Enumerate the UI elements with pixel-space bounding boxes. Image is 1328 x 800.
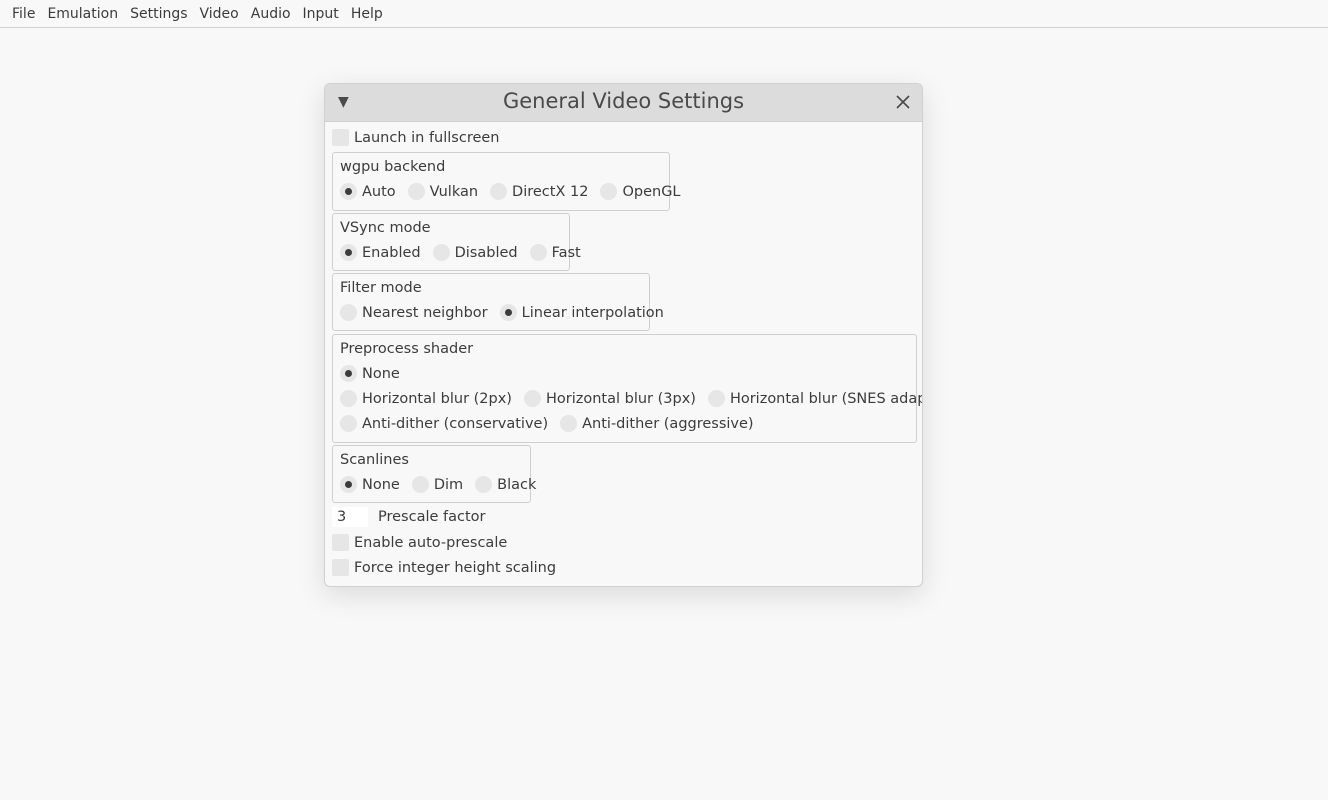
radio-indicator[interactable] [411, 476, 429, 493]
radio-label: Dim [433, 476, 464, 493]
radio-indicator[interactable] [340, 304, 357, 321]
radio-label: Linear interpolation [521, 304, 664, 321]
radio-backend-vulkan[interactable]: Vulkan [407, 183, 479, 200]
radio-label: Horizontal blur (SNES adaptive) [729, 390, 923, 407]
radio-shader-antidither-aggressive[interactable]: Anti-dither (aggressive) [560, 415, 754, 432]
radio-indicator[interactable] [560, 415, 578, 432]
radio-indicator[interactable] [523, 390, 541, 407]
menu-help[interactable]: Help [345, 6, 389, 22]
radio-indicator[interactable] [340, 244, 357, 261]
menu-bar: File Emulation Settings Video Audio Inpu… [0, 0, 1328, 28]
menu-file[interactable]: File [6, 6, 41, 22]
radio-backend-auto[interactable]: Auto [340, 183, 396, 200]
radio-shader-hblur-snes[interactable]: Horizontal blur (SNES adaptive) [707, 390, 923, 407]
prescale-factor-input[interactable] [332, 507, 368, 527]
prescale-factor-label: Prescale factor [378, 509, 486, 525]
radio-label: None [362, 476, 400, 493]
radio-label: Nearest neighbor [362, 304, 488, 321]
enable-auto-prescale-row[interactable]: Enable auto-prescale [332, 534, 507, 551]
launch-fullscreen-row[interactable]: Launch in fullscreen [332, 129, 500, 146]
radio-label: Horizontal blur (3px) [545, 390, 696, 407]
menu-emulation[interactable]: Emulation [41, 6, 124, 22]
radio-scanlines-black[interactable]: Black [475, 476, 536, 493]
menu-input[interactable]: Input [297, 6, 345, 22]
vsync-mode-group: VSync mode Enabled Disabled Fast [332, 213, 581, 271]
radio-label: Anti-dither (aggressive) [582, 415, 754, 432]
radio-indicator[interactable] [475, 476, 493, 493]
launch-fullscreen-label: Launch in fullscreen [354, 129, 500, 146]
window-title: General Video Settings [502, 89, 745, 113]
radio-vsync-fast[interactable]: Fast [529, 244, 581, 261]
radio-indicator[interactable] [340, 390, 357, 407]
radio-label: Fast [551, 244, 581, 261]
radio-label: Disabled [454, 244, 518, 261]
radio-indicator[interactable] [340, 476, 357, 493]
force-integer-height-row[interactable]: Force integer height scaling [332, 559, 556, 576]
radio-label: None [362, 365, 400, 382]
radio-label: Anti-dither (conservative) [362, 415, 549, 432]
radio-vsync-enabled[interactable]: Enabled [340, 244, 421, 261]
radio-indicator[interactable] [499, 304, 517, 321]
enable-auto-prescale-checkbox[interactable] [332, 534, 349, 551]
radio-backend-opengl[interactable]: OpenGL [600, 183, 681, 200]
radio-label: Enabled [362, 244, 421, 261]
force-integer-height-checkbox[interactable] [332, 559, 349, 576]
scanlines-label: Scanlines [340, 452, 409, 468]
radio-indicator[interactable] [340, 365, 357, 382]
prescale-factor-row: Prescale factor [332, 507, 486, 527]
filter-mode-group: Filter mode Nearest neighbor Linear inte… [332, 273, 664, 331]
radio-vsync-disabled[interactable]: Disabled [432, 244, 518, 261]
radio-indicator[interactable] [432, 244, 450, 261]
radio-indicator[interactable] [529, 244, 547, 261]
wgpu-backend-label: wgpu backend [340, 159, 446, 175]
preprocess-shader-label: Preprocess shader [340, 341, 474, 357]
vsync-mode-label: VSync mode [340, 220, 431, 236]
radio-indicator[interactable] [707, 390, 725, 407]
filter-mode-label: Filter mode [340, 280, 422, 296]
radio-indicator[interactable] [407, 183, 425, 200]
menu-settings[interactable]: Settings [124, 6, 193, 22]
general-video-settings-window: ▼ General Video Settings Launch in fulls… [324, 83, 923, 587]
radio-shader-antidither-conservative[interactable]: Anti-dither (conservative) [340, 415, 548, 432]
menu-video[interactable]: Video [194, 6, 245, 22]
preprocess-shader-group: Preprocess shader None Horizontal blur (… [332, 334, 922, 443]
radio-label: Vulkan [429, 183, 479, 200]
radio-label: Auto [362, 183, 396, 200]
radio-shader-none[interactable]: None [340, 365, 400, 382]
radio-indicator[interactable] [340, 183, 357, 200]
menu-audio[interactable]: Audio [245, 6, 297, 22]
radio-filter-nearest[interactable]: Nearest neighbor [340, 304, 488, 321]
radio-indicator[interactable] [490, 183, 508, 200]
radio-indicator[interactable] [600, 183, 618, 200]
enable-auto-prescale-label: Enable auto-prescale [354, 534, 508, 551]
radio-backend-directx12[interactable]: DirectX 12 [490, 183, 588, 200]
radio-label: Horizontal blur (2px) [362, 390, 512, 407]
radio-scanlines-dim[interactable]: Dim [411, 476, 464, 493]
radio-label: OpenGL [622, 183, 681, 200]
wgpu-backend-group: wgpu backend Auto Vulkan DirectX 12 Open… [332, 152, 681, 211]
radio-filter-linear[interactable]: Linear interpolation [499, 304, 664, 321]
radio-shader-hblur-2px[interactable]: Horizontal blur (2px) [340, 390, 512, 407]
close-icon[interactable] [895, 94, 911, 110]
force-integer-height-label: Force integer height scaling [354, 559, 557, 576]
radio-scanlines-none[interactable]: None [340, 476, 400, 493]
launch-fullscreen-checkbox[interactable] [332, 129, 349, 146]
radio-shader-hblur-3px[interactable]: Horizontal blur (3px) [523, 390, 696, 407]
radio-indicator[interactable] [340, 415, 357, 432]
radio-label: DirectX 12 [512, 183, 589, 200]
radio-label: Black [497, 476, 537, 493]
window-titlebar[interactable]: ▼ General Video Settings [325, 84, 922, 122]
scanlines-group: Scanlines None Dim Black [332, 445, 536, 503]
